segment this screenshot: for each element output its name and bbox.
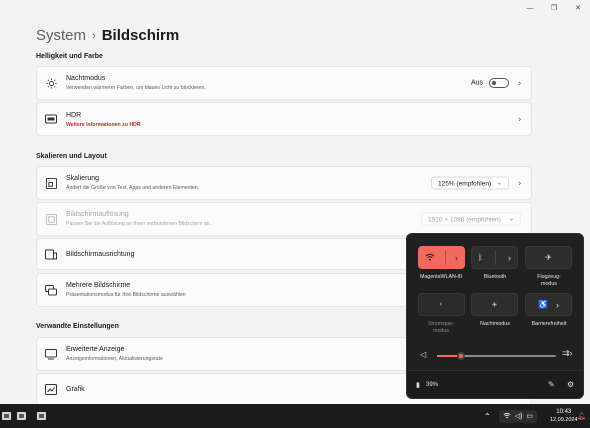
volume-icon: ◁) — [514, 413, 523, 420]
breadcrumb-system[interactable]: System — [36, 27, 86, 44]
brightness-slider[interactable] — [437, 352, 556, 360]
bluetooth-label: Bluetooth — [483, 274, 507, 280]
scaling-value: 125% (empfohlen) — [438, 180, 492, 188]
battery-saver-tile[interactable]: ◐ — [418, 293, 465, 316]
scale-icon — [45, 177, 57, 189]
bluetooth-icon: ᛒ — [478, 253, 483, 262]
bluetooth-expand-chevron-icon[interactable]: › — [508, 253, 511, 263]
resolution-title: Bildschirmauflösung — [66, 211, 129, 218]
hdr-title: HDR — [66, 112, 82, 119]
clock[interactable]: 10:43 12.09.2024 — [550, 404, 578, 428]
multiple-displays-subtitle: Präsentationsmodus für Ihre Bildschirme … — [66, 292, 186, 298]
resolution-row: Bildschirmauflösung Passen Sie die Auflö… — [36, 202, 532, 236]
close-icon[interactable]: ✕ — [566, 0, 590, 16]
chevron-right-icon: › — [518, 178, 521, 188]
advanced-display-title: Erweiterte Anzeige — [66, 346, 125, 353]
bluetooth-tile[interactable]: ᛒ › — [471, 246, 518, 269]
sun-icon — [45, 77, 57, 89]
chevron-right-icon: › — [518, 114, 521, 124]
edit-pencil-icon[interactable]: ✎ — [548, 380, 555, 389]
display-select-icon[interactable]: ⇉› — [562, 348, 573, 359]
resolution-value: 1920 × 1080 (empfohlen) — [428, 216, 501, 224]
taskbar-app-icon[interactable] — [15, 409, 29, 423]
chevron-down-icon: ⌄ — [496, 180, 502, 187]
wifi-expand-chevron-icon[interactable]: › — [455, 253, 458, 263]
wifi-tile[interactable]: › — [418, 246, 465, 269]
brightness-low-icon: ◁ — [420, 350, 427, 359]
battery-icon: ▭ — [526, 413, 534, 420]
tray-status-icons[interactable]: ◁) ▭ — [498, 409, 538, 423]
battery-percentage: 39% — [426, 382, 439, 388]
minimize-icon[interactable]: — — [518, 0, 542, 16]
airplane-label: Flugzeug- modus — [537, 274, 561, 287]
battery-saver-icon: ◐ — [439, 301, 444, 308]
orientation-icon — [45, 248, 57, 260]
graphics-icon — [45, 383, 57, 395]
system-tray: ⌃ ◁) ▭ — [484, 404, 538, 428]
chevron-right-icon: › — [518, 78, 521, 88]
breadcrumb: System › Bildschirm — [36, 27, 179, 44]
accessibility-chevron-icon[interactable]: › — [556, 300, 559, 310]
quick-settings-flyout: › MagentaWLAN-8I ᛒ › Bluetooth ✈ Flugzeu… — [406, 233, 584, 399]
taskbar: ⌃ ◁) ▭ 10:43 12.09.2024 🔔︎ — [0, 404, 590, 428]
resolution-icon — [45, 213, 57, 225]
section-brightness-color: Helligkeit und Farbe — [36, 53, 103, 60]
gear-icon[interactable]: ⚙ — [567, 380, 574, 389]
airplane-icon: ✈ — [545, 253, 552, 262]
night-light-tile[interactable]: ☀ — [471, 293, 518, 316]
brightness-slider-thumb[interactable] — [456, 352, 465, 360]
night-light-state: Aus — [470, 79, 483, 87]
window-controls: — ❐ ✕ — [518, 0, 590, 16]
page-title: Bildschirm — [101, 27, 180, 44]
accessibility-tile[interactable]: ♿ › — [525, 293, 572, 316]
notification-bell-icon[interactable]: 🔔︎ — [577, 412, 586, 420]
maximize-icon[interactable]: ❐ — [542, 0, 566, 16]
night-light-icon: ☀ — [491, 301, 498, 309]
section-related: Verwandte Einstellungen — [36, 323, 119, 330]
scaling-subtitle: Ändert die Größe von Text, Apps und ande… — [66, 185, 200, 191]
airplane-tile[interactable]: ✈ — [525, 246, 572, 269]
graphics-title: Grafik — [66, 386, 85, 393]
night-light-title: Nachtmodus — [66, 75, 106, 82]
wifi-label: MagentaWLAN-8I — [419, 274, 463, 280]
chevron-up-icon[interactable]: ⌃ — [484, 412, 491, 421]
resolution-dropdown: 1920 × 1080 (empfohlen) ⌄ — [421, 212, 521, 226]
monitor-icon — [45, 348, 57, 360]
scaling-row[interactable]: Skalierung Ändert die Größe von Text, Ap… — [36, 166, 532, 200]
night-light-toggle[interactable] — [489, 78, 509, 88]
wifi-icon — [503, 412, 511, 421]
night-light-subtitle: Verwenden wärmerer Farben, um blaues Lic… — [66, 85, 206, 91]
battery-icon[interactable]: ▮ — [416, 381, 420, 389]
chevron-down-icon: ⌄ — [508, 216, 514, 223]
multiple-displays-icon — [45, 284, 57, 296]
night-light-row[interactable]: Nachtmodus Verwenden wärmerer Farben, um… — [36, 66, 532, 100]
hdr-icon — [45, 113, 57, 125]
hdr-learn-more-link[interactable]: Weitere Informationen zu HDR — [66, 122, 141, 128]
taskbar-app-icon[interactable] — [35, 409, 49, 423]
taskbar-app-icon[interactable] — [0, 409, 14, 423]
scaling-title: Skalierung — [66, 175, 100, 182]
resolution-subtitle: Passen Sie die Auflösung an Ihren verbun… — [66, 221, 212, 227]
section-scale-layout: Skalieren und Layout — [36, 153, 107, 160]
multiple-displays-title: Mehrere Bildschirme — [66, 282, 131, 289]
clock-time: 10:43 — [556, 409, 572, 415]
hdr-row[interactable]: HDR Weitere Informationen zu HDR › — [36, 102, 532, 136]
clock-date: 12.09.2024 — [550, 417, 578, 423]
quick-settings-footer: ▮ 39% ✎ ⚙ — [407, 370, 583, 398]
accessibility-label: Barrierefreiheit — [531, 321, 567, 327]
battery-saver-label: Stromspar- modus — [427, 321, 455, 334]
night-light-label: Nachtmodus — [480, 321, 510, 327]
advanced-display-subtitle: Anzeigeinformationen, Aktualisierungsrat… — [66, 356, 163, 362]
accessibility-icon: ♿ — [538, 300, 548, 309]
scaling-dropdown[interactable]: 125% (empfohlen) ⌄ — [431, 176, 509, 190]
orientation-title: Bildschirmausrichtung — [66, 251, 135, 258]
breadcrumb-separator: › — [92, 29, 96, 42]
wifi-icon — [425, 253, 435, 263]
